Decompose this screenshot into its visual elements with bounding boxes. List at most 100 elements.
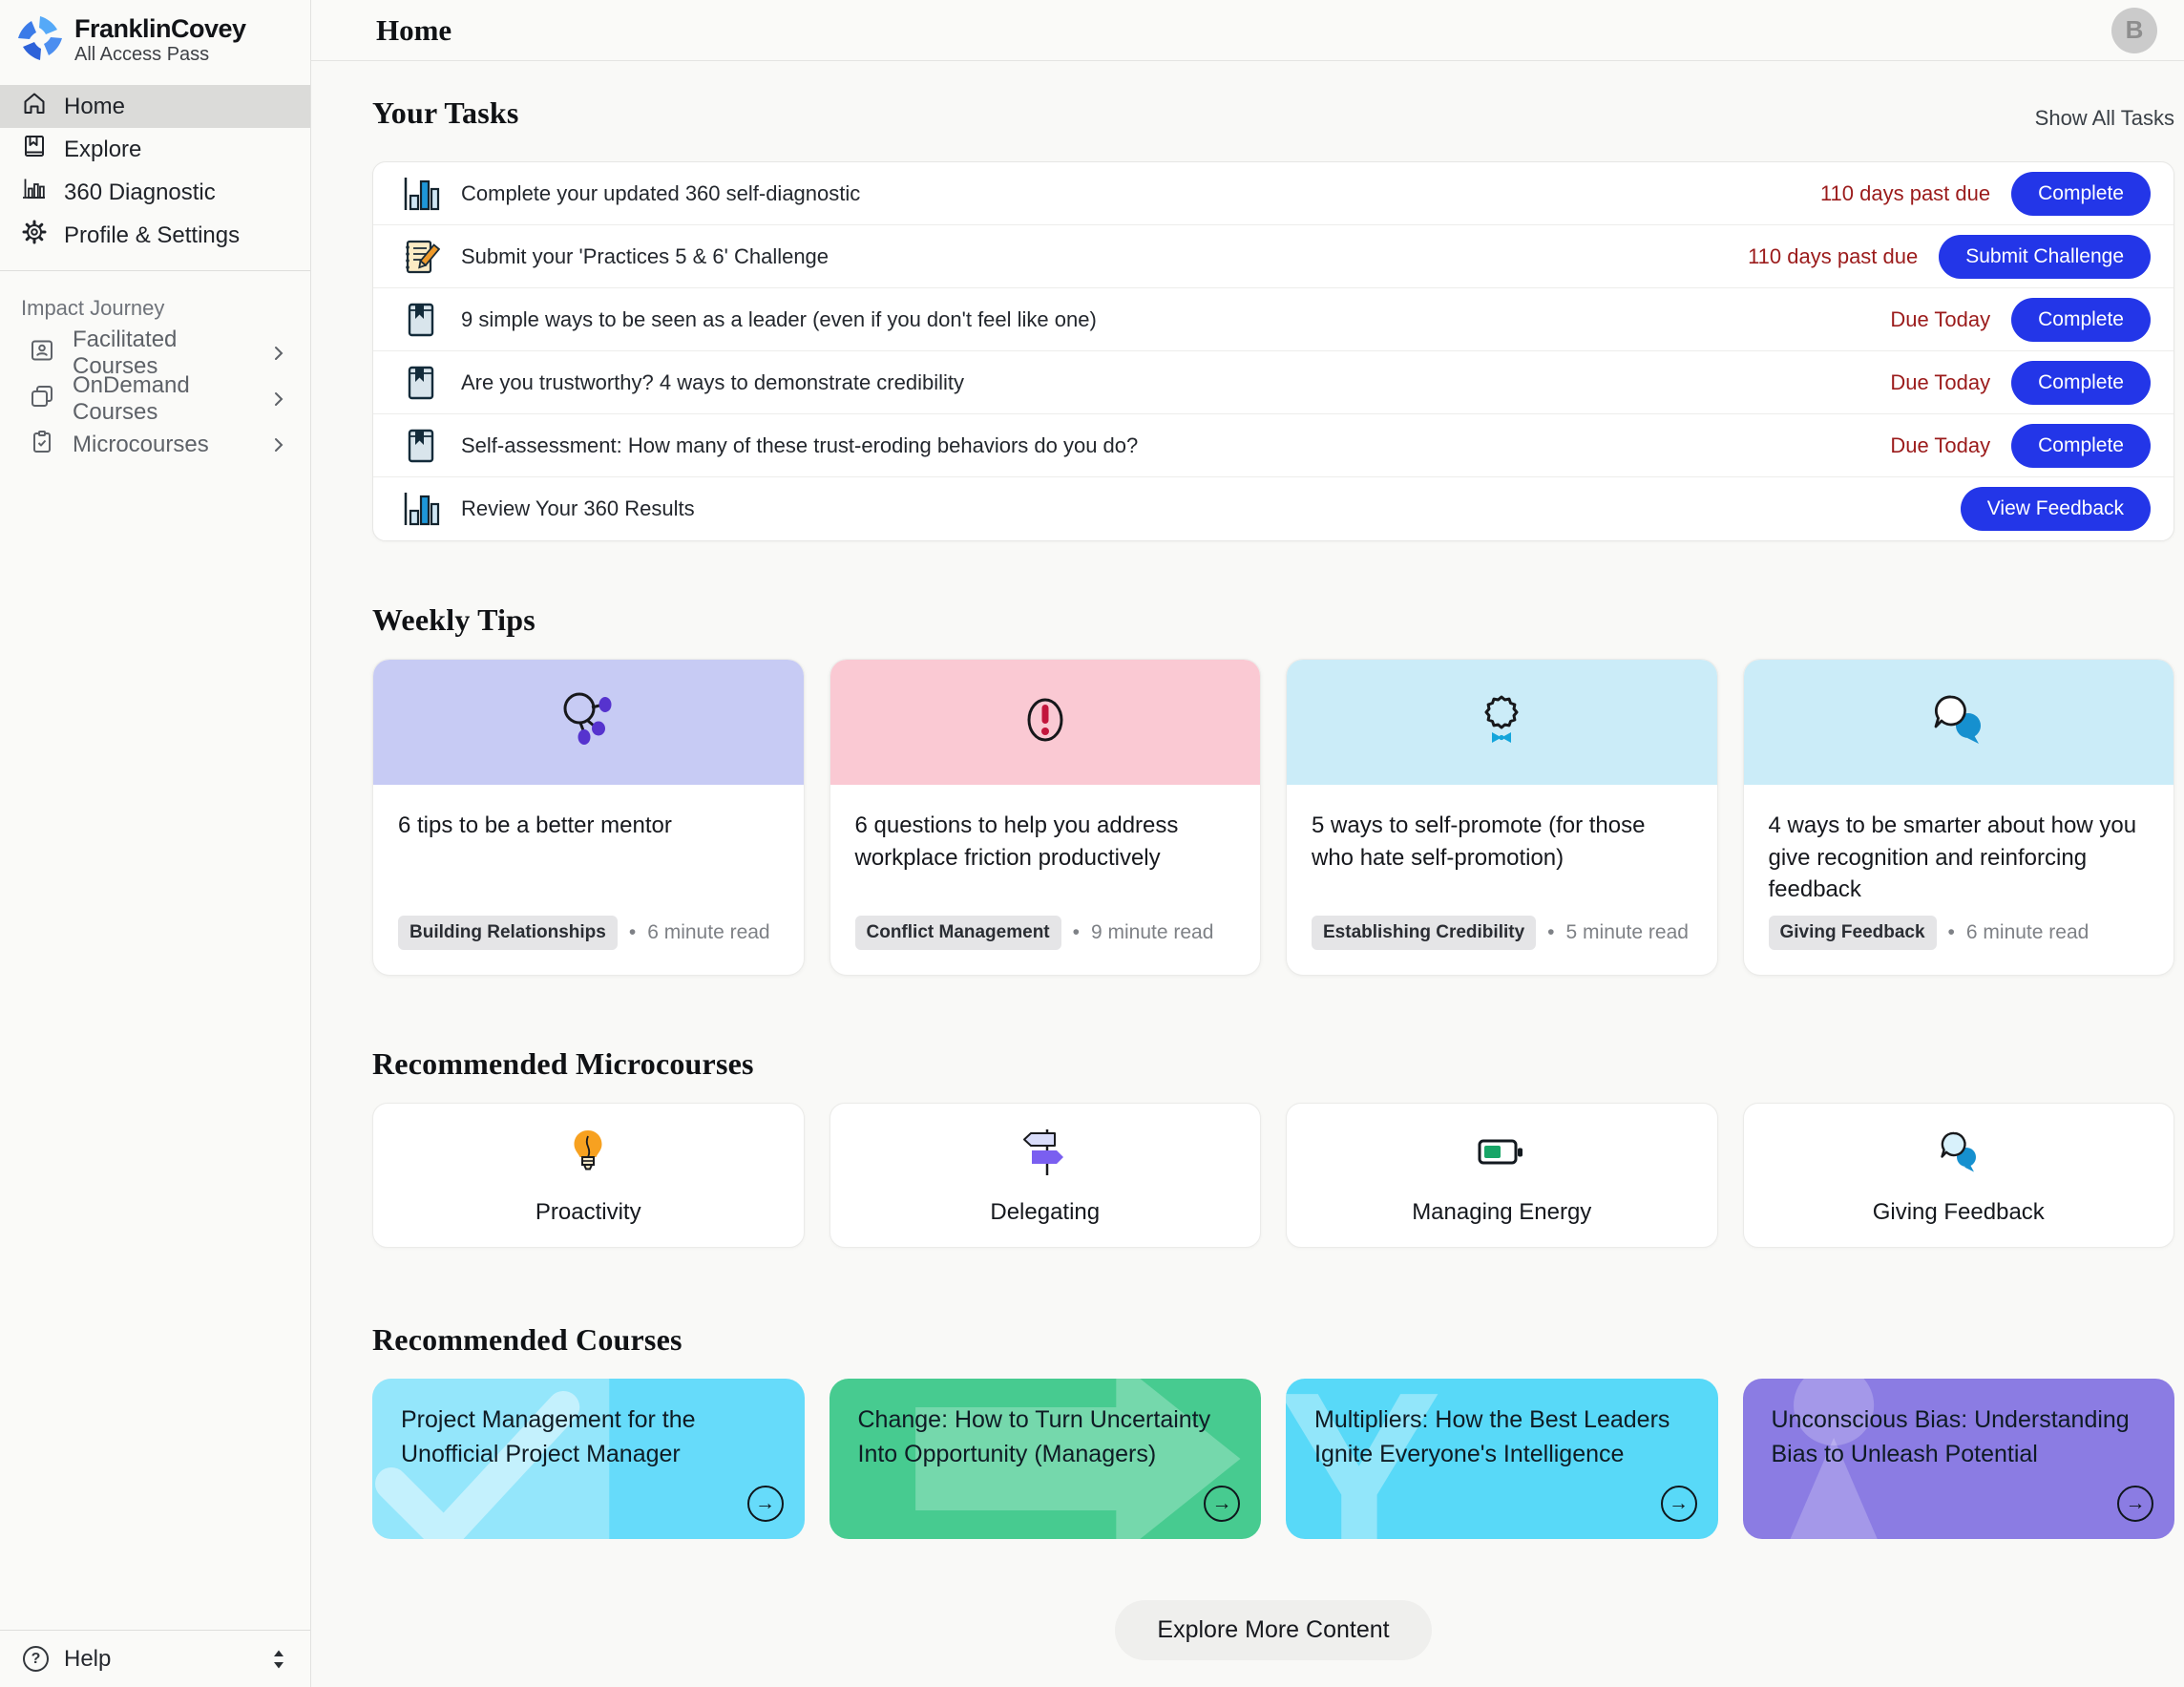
microcourses-heading: Recommended Microcourses — [372, 1046, 2174, 1082]
task-due-label: Due Today — [1890, 370, 1990, 395]
page-title: Home — [376, 13, 452, 48]
sidebar: FranklinCovey All Access Pass Home Explo… — [0, 0, 311, 1687]
courses-grid: Project Management for the Unofficial Pr… — [372, 1379, 2174, 1539]
task-due-label: Due Today — [1890, 433, 1990, 458]
sidebar-item-label: Home — [64, 94, 125, 120]
task-title: Are you trustworthy? 4 ways to demonstra… — [461, 370, 964, 395]
book-bookmark-icon — [402, 427, 440, 465]
show-all-tasks-link[interactable]: Show All Tasks — [2035, 106, 2174, 131]
primary-nav: Home Explore 360 Diagnostic Profile & Se… — [0, 85, 310, 257]
tip-read-time: 6 minute read — [1966, 921, 2089, 944]
microcourse-card[interactable]: Managing Energy — [1286, 1103, 1718, 1248]
course-card[interactable]: Project Management for the Unofficial Pr… — [372, 1379, 805, 1539]
book-bookmark-icon — [402, 301, 440, 339]
tip-card-header — [1744, 660, 2174, 785]
avatar[interactable]: B — [2111, 8, 2157, 53]
complete-button[interactable]: Complete — [2011, 298, 2151, 342]
tip-card[interactable]: 6 questions to help you address workplac… — [830, 659, 1262, 976]
tip-card-header — [1287, 660, 1717, 785]
collapse-expand-icon[interactable] — [270, 1647, 287, 1672]
microcourses-grid: Proactivity Delegating Managing Energy G… — [372, 1103, 2174, 1248]
bar-chart-icon — [402, 175, 440, 213]
explore-more-content-button[interactable]: Explore More Content — [1115, 1600, 1431, 1660]
course-title: Change: How to Turn Uncertainty Into Opp… — [858, 1403, 1233, 1471]
task-row[interactable]: Submit your 'Practices 5 & 6' Challenge … — [373, 225, 2174, 288]
tip-title: 4 ways to be smarter about how you give … — [1769, 810, 2150, 906]
course-card[interactable]: Unconscious Bias: Understanding Bias to … — [1743, 1379, 2175, 1539]
bar-chart-icon — [21, 176, 48, 209]
tip-card-header — [373, 660, 804, 785]
tip-card[interactable]: 6 tips to be a better mentor Building Re… — [372, 659, 805, 976]
microcourse-card[interactable]: Delegating — [830, 1103, 1262, 1248]
tip-tag: Building Relationships — [398, 916, 618, 950]
battery-icon — [1475, 1126, 1528, 1184]
task-row[interactable]: Are you trustworthy? 4 ways to demonstra… — [373, 351, 2174, 414]
sidebar-item-ondemand-courses[interactable]: OnDemand Courses — [0, 376, 310, 422]
complete-button[interactable]: Complete — [2011, 172, 2151, 216]
microcourse-card[interactable]: Giving Feedback — [1743, 1103, 2175, 1248]
open-course-arrow-icon[interactable]: → — [747, 1486, 784, 1522]
tip-card[interactable]: 5 ways to self-promote (for those who ha… — [1286, 659, 1718, 976]
bar-chart-icon — [402, 490, 440, 528]
tip-read-time: 9 minute read — [1091, 921, 1213, 944]
open-course-arrow-icon[interactable]: → — [1661, 1486, 1697, 1522]
chevron-right-icon — [268, 343, 289, 364]
sidebar-item-label: Microcourses — [73, 432, 209, 458]
tip-title: 6 questions to help you address workplac… — [855, 810, 1236, 874]
chevron-right-icon — [268, 434, 289, 455]
sidebar-item-home[interactable]: Home — [0, 85, 310, 128]
weekly-tips-grid: 6 tips to be a better mentor Building Re… — [372, 659, 2174, 976]
home-icon — [21, 90, 48, 123]
tip-tag: Giving Feedback — [1769, 916, 1937, 950]
impact-journey-label: Impact Journey — [0, 271, 310, 330]
sidebar-item-360-diagnostic[interactable]: 360 Diagnostic — [0, 171, 310, 214]
help-label[interactable]: Help — [64, 1646, 111, 1673]
task-due-label: 110 days past due — [1748, 244, 1918, 269]
chevron-right-icon — [268, 389, 289, 410]
book-icon — [21, 133, 48, 166]
task-title: Complete your updated 360 self-diagnosti… — [461, 181, 860, 206]
tip-read-time: 5 minute read — [1566, 921, 1689, 944]
sidebar-item-label: Profile & Settings — [64, 222, 240, 249]
tip-card[interactable]: 4 ways to be smarter about how you give … — [1743, 659, 2175, 976]
course-card[interactable]: Change: How to Turn Uncertainty Into Opp… — [830, 1379, 1262, 1539]
sidebar-item-microcourses[interactable]: Microcourses — [0, 422, 310, 468]
sidebar-item-explore[interactable]: Explore — [0, 128, 310, 171]
microcourse-card[interactable]: Proactivity — [372, 1103, 805, 1248]
tasks-panel: Complete your updated 360 self-diagnosti… — [372, 161, 2174, 541]
complete-button[interactable]: Complete — [2011, 361, 2151, 405]
sidebar-item-facilitated-courses[interactable]: Facilitated Courses — [0, 330, 310, 376]
signpost-icon — [1018, 1126, 1072, 1184]
microcourse-label: Managing Energy — [1412, 1199, 1591, 1226]
award-badge-icon — [1465, 684, 1538, 761]
clipboard-check-icon — [29, 429, 55, 462]
brand-name: FranklinCovey — [74, 15, 246, 44]
alert-icon — [1009, 684, 1082, 761]
sidebar-item-label: 360 Diagnostic — [64, 179, 216, 206]
task-row[interactable]: Review Your 360 Results View Feedback — [373, 477, 2174, 540]
complete-button[interactable]: Complete — [2011, 424, 2151, 468]
microcourse-label: Proactivity — [536, 1199, 641, 1226]
task-row[interactable]: 9 simple ways to be seen as a leader (ev… — [373, 288, 2174, 351]
task-due-label: 110 days past due — [1820, 181, 1990, 206]
task-title: Review Your 360 Results — [461, 496, 695, 521]
courses-heading: Recommended Courses — [372, 1322, 2174, 1358]
tip-tag: Conflict Management — [855, 916, 1061, 950]
task-row[interactable]: Self-assessment: How many of these trust… — [373, 414, 2174, 477]
book-bookmark-icon — [402, 364, 440, 402]
help-icon: ? — [23, 1646, 49, 1672]
gear-icon — [21, 219, 48, 252]
course-card[interactable]: Y Multipliers: How the Best Leaders Igni… — [1286, 1379, 1718, 1539]
tip-title: 5 ways to self-promote (for those who ha… — [1312, 810, 1692, 874]
notebook-pencil-icon — [402, 238, 440, 276]
submit-challenge-button[interactable]: Submit Challenge — [1939, 235, 2151, 279]
task-title: 9 simple ways to be seen as a leader (ev… — [461, 307, 1097, 332]
tasks-heading: Your Tasks — [372, 95, 519, 131]
course-title: Multipliers: How the Best Leaders Ignite… — [1314, 1403, 1690, 1471]
task-row[interactable]: Complete your updated 360 self-diagnosti… — [373, 162, 2174, 225]
open-course-arrow-icon[interactable]: → — [1204, 1486, 1240, 1522]
open-course-arrow-icon[interactable]: → — [2117, 1486, 2153, 1522]
sidebar-footer: ? Help — [0, 1630, 310, 1687]
sidebar-item-profile-settings[interactable]: Profile & Settings — [0, 214, 310, 257]
view-feedback-button[interactable]: View Feedback — [1961, 487, 2151, 531]
